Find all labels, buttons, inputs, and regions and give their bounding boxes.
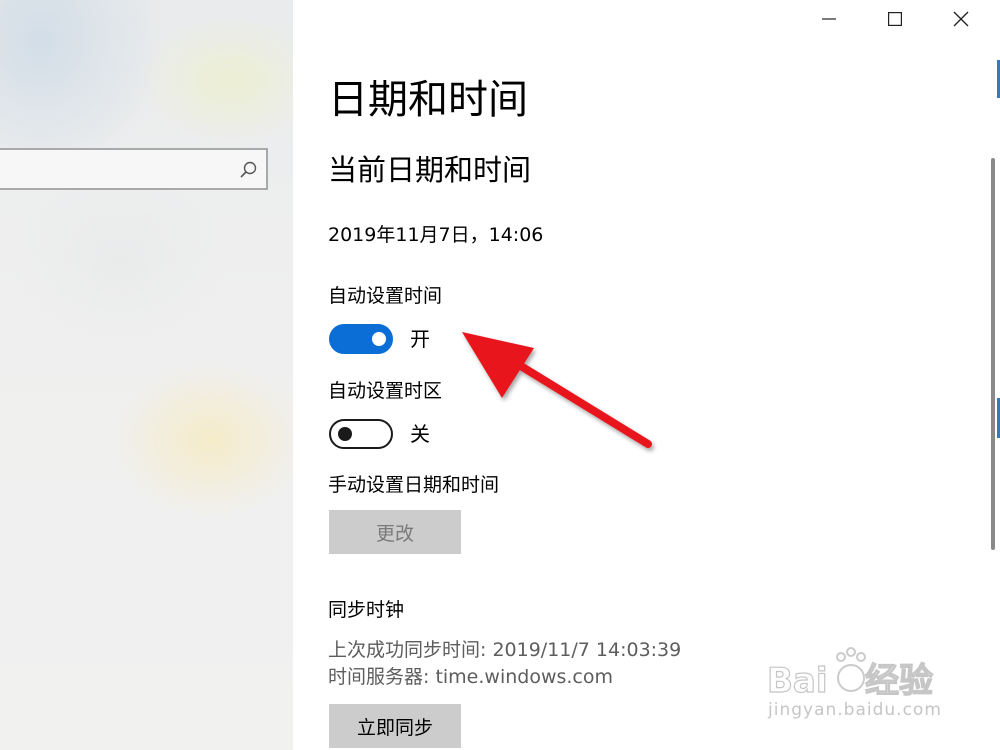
- close-button[interactable]: [928, 0, 994, 38]
- current-datetime-value: 2019年11月7日，14:06: [328, 224, 544, 246]
- close-icon: [953, 11, 969, 27]
- change-button[interactable]: 更改: [329, 510, 461, 554]
- auto-set-timezone-toggle[interactable]: [329, 419, 393, 449]
- section-heading-current-datetime: 当前日期和时间: [328, 153, 532, 187]
- svg-text:Bai: Bai: [767, 661, 828, 701]
- watermark-url: jingyan.baidu.com: [768, 700, 942, 720]
- scrollbar-thumb[interactable]: [991, 158, 995, 550]
- sync-now-button[interactable]: 立即同步: [329, 704, 461, 748]
- search-input[interactable]: [0, 148, 268, 190]
- maximize-button[interactable]: [862, 0, 928, 38]
- svg-text:经验: 经验: [865, 661, 933, 701]
- navigation-pane: [0, 0, 293, 750]
- manual-datetime-label: 手动设置日期和时间: [328, 474, 500, 496]
- last-sync-text: 上次成功同步时间: 2019/11/7 14:03:39: [328, 639, 682, 661]
- background-window-edge: [996, 0, 1000, 750]
- auto-set-timezone-state: 关: [410, 422, 430, 446]
- minimize-button[interactable]: [796, 0, 862, 38]
- page-title: 日期和时间: [328, 77, 528, 123]
- minimize-icon: [822, 18, 836, 20]
- maximize-icon: [888, 12, 902, 26]
- search-icon[interactable]: [238, 160, 258, 180]
- time-server-text: 时间服务器: time.windows.com: [328, 666, 614, 688]
- auto-set-timezone-label: 自动设置时区: [328, 380, 443, 402]
- annotation-arrow: [462, 332, 652, 448]
- toggle-knob: [338, 427, 352, 441]
- sync-clock-heading: 同步时钟: [328, 599, 405, 621]
- auto-set-time-toggle[interactable]: [329, 324, 393, 354]
- baidu-jingyan-watermark: Bai 经验: [766, 647, 934, 702]
- auto-set-time-label: 自动设置时间: [328, 285, 443, 307]
- auto-set-time-state: 开: [410, 327, 430, 351]
- toggle-knob: [372, 332, 386, 346]
